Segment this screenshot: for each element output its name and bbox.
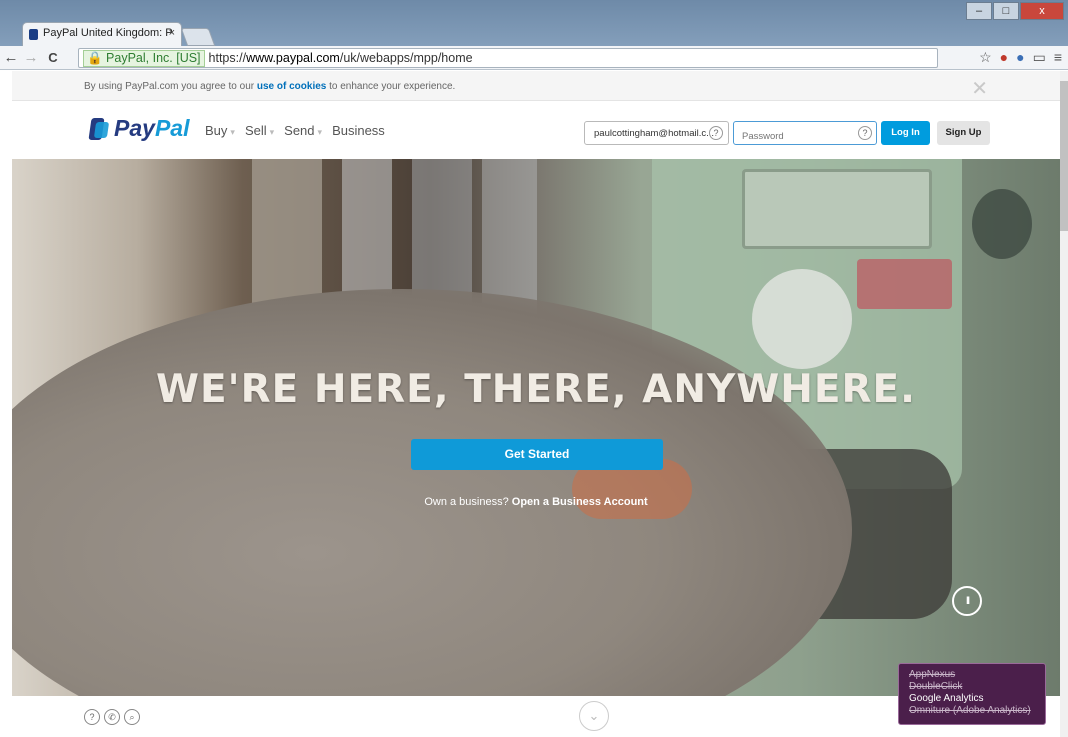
url-path: /uk/webapps/mpp/home [339,51,473,65]
email-field[interactable]: paulcottingham@hotmail.c... [584,121,729,145]
scroll-down-icon[interactable]: ⌄ [579,701,609,731]
browser-chrome: PayPal United Kingdom: P × – □ x ← → C 🔒… [0,0,1068,70]
cookie-text-before: By using PayPal.com you agree to our [84,81,257,92]
nav-send-label: Send [284,123,315,138]
paypal-logo[interactable]: PayPal [88,115,190,142]
chevron-down-icon: ▾ [230,127,235,137]
extension-red-icon[interactable]: ● [1000,49,1008,66]
site-header: PayPal Buy ▾ Sell ▾ Send ▾ Business paulcot… [12,101,1060,159]
ghostery-tracker-panel[interactable]: AppNexus DoubleClick Google Analytics Om… [898,663,1046,725]
new-tab-button[interactable] [180,28,216,46]
help-icon[interactable]: ? [84,709,100,725]
logo-pay: Pay [114,115,155,141]
maximize-button[interactable]: □ [993,2,1019,20]
back-arrow-icon[interactable]: ← [2,49,20,66]
address-bar[interactable]: 🔒 PayPal, Inc. [US] https://www.paypal.co… [78,48,938,68]
cast-icon[interactable]: ▭ [1033,49,1046,66]
tracker-doubleclick: DoubleClick [909,681,963,692]
scrollbar-thumb[interactable] [1060,81,1068,231]
tab-close-icon[interactable]: × [169,27,175,39]
cookie-text-after: to enhance your experience. [326,81,456,92]
url-prefix: https:// [208,51,247,65]
cookie-close-icon[interactable]: ✕ [971,76,988,101]
page-viewport: By using PayPal.com you agree to our use… [12,71,1060,737]
hero-headline: WE'RE HERE, THERE, ANYWHERE. [156,367,916,412]
chevron-down-icon: ▾ [317,127,323,137]
cookie-banner: By using PayPal.com you agree to our use… [12,71,1060,101]
paypal-p-icon [88,117,110,140]
nav-business-label: Business [332,123,385,138]
chevron-down-icon: ▾ [269,127,275,137]
tracker-omniture: Omniture (Adobe Analytics) [909,705,1031,716]
email-help-icon[interactable]: ? [709,126,723,140]
tracker-google-analytics: Google Analytics [909,693,984,704]
tab-title: PayPal United Kingdom: P [43,27,173,39]
extension-blue-icon[interactable]: ● [1016,49,1024,66]
search-icon[interactable]: ⌕ [124,709,140,725]
reload-icon[interactable]: C [44,50,62,65]
nav-buy-label: Buy [205,123,228,138]
business-prompt-text: Own a business? [424,496,512,508]
password-field[interactable] [733,121,877,145]
paypal-favicon-icon [29,29,38,40]
get-started-button[interactable]: Get Started [411,439,663,470]
ev-label: PayPal, Inc. [US] [106,51,201,65]
main-nav: Buy ▾ Sell ▾ Send ▾ Business [205,123,385,138]
signup-button[interactable]: Sign Up [937,121,990,145]
open-business-account-link[interactable]: Open a Business Account [512,496,648,508]
password-help-icon[interactable]: ? [858,126,872,140]
ev-certificate-badge[interactable]: 🔒 PayPal, Inc. [US] [83,50,205,67]
page-scrollbar[interactable] [1060,71,1068,737]
browser-toolbar: ← → C 🔒 PayPal, Inc. [US] https://www.pay… [0,46,1068,70]
cookie-policy-link[interactable]: use of cookies [257,81,326,92]
nav-buy[interactable]: Buy ▾ [205,123,235,138]
business-account-prompt: Own a business? Open a Business Account [12,496,1060,508]
tracker-appnexus: AppNexus [909,669,956,680]
phone-icon[interactable]: ✆ [104,709,120,725]
window-controls: – □ x [966,2,1064,20]
window-close-button[interactable]: x [1020,2,1064,20]
toolbar-icons: ☆ ● ● ▭ ≡ [979,49,1062,66]
pause-video-button[interactable]: II [952,586,982,616]
chrome-menu-icon[interactable]: ≡ [1054,49,1062,66]
login-button[interactable]: Log In [881,121,930,145]
nav-sell[interactable]: Sell ▾ [245,123,274,138]
tab-strip: PayPal United Kingdom: P × – □ x [0,0,1068,46]
logo-pal: Pal [154,115,190,141]
bookmark-star-icon[interactable]: ☆ [979,49,992,66]
browser-tab[interactable]: PayPal United Kingdom: P × [22,22,182,46]
url-domain: www.paypal.com [246,51,340,65]
nav-business[interactable]: Business [332,123,385,138]
forward-arrow-icon[interactable]: → [22,49,40,66]
nav-send[interactable]: Send ▾ [284,123,322,138]
nav-sell-label: Sell [244,123,267,138]
hero-section: WE'RE HERE, THERE, ANYWHERE. Get Started… [12,159,1060,696]
minimize-button[interactable]: – [966,2,992,20]
